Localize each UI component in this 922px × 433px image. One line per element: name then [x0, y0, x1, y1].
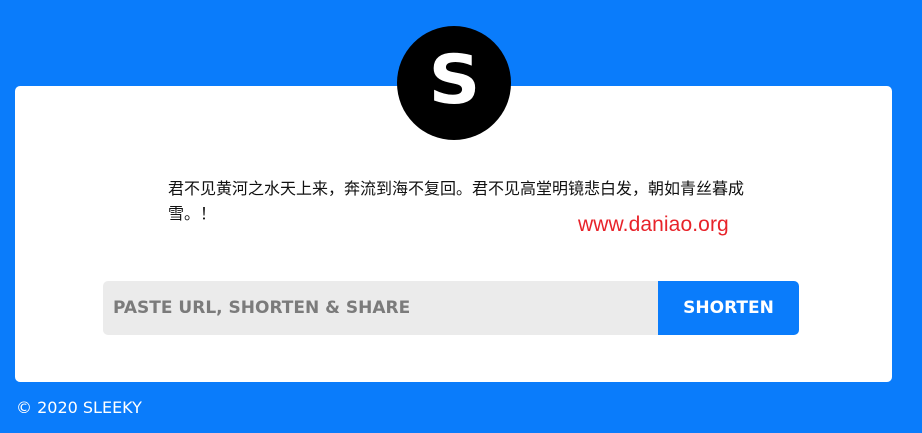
sleeky-logo: S	[397, 26, 511, 140]
watermark-text: www.daniao.org	[578, 213, 729, 236]
footer-copyright: © 2020 SLEEKY	[16, 398, 142, 417]
shorten-form: SHORTEN	[103, 281, 799, 335]
shorten-button[interactable]: SHORTEN	[658, 281, 799, 335]
logo-letter: S	[428, 41, 480, 120]
url-input[interactable]	[103, 281, 658, 335]
